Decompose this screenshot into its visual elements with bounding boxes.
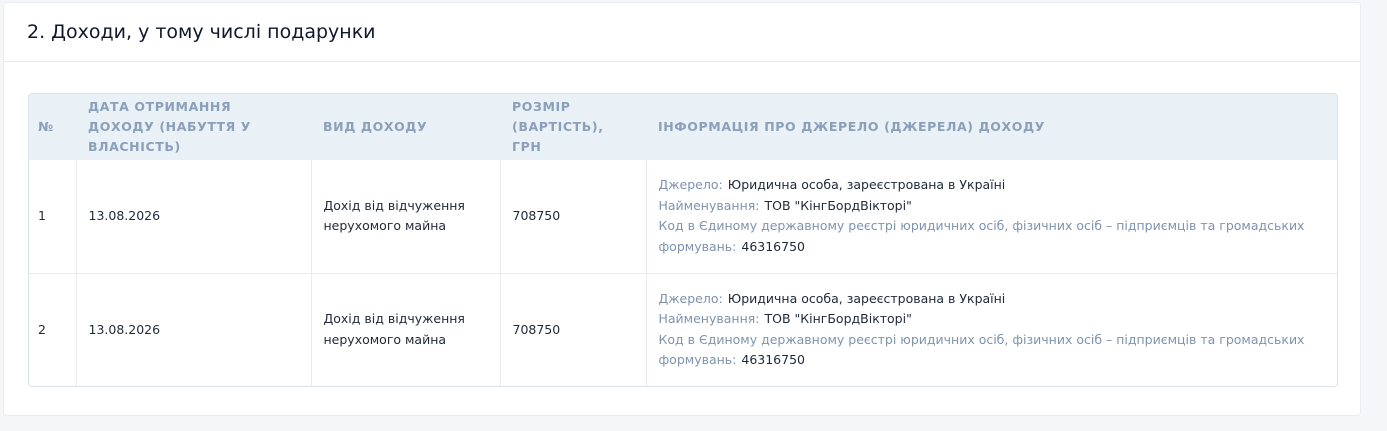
row-date: 13.08.2026 (76, 272, 312, 386)
income-section-card: 2. Доходи, у тому числі подарунки № ДАТА… (3, 2, 1361, 416)
row-amount: 708750 (500, 272, 647, 386)
registry-code-line: Код в Єдиному державному реєстрі юридичн… (659, 216, 1326, 257)
name-line: Найменування: ТОВ "КінгБордВікторі" (659, 196, 1326, 217)
registry-code-line: Код в Єдиному державному реєстрі юридичн… (659, 330, 1326, 371)
row-income-type: Дохід від відчуження нерухомого майна (311, 272, 501, 386)
source-label: Джерело: (658, 177, 723, 193)
name-label: Найменування: (658, 311, 760, 327)
source-value: Юридична особа, зареєстрована в Україні (727, 290, 1006, 306)
table-row: 1 13.08.2026 Дохід від відчуження нерухо… (29, 160, 1337, 273)
name-value: ТОВ "КінгБордВікторі" (764, 197, 912, 213)
registry-code-value: 46316750 (741, 238, 805, 254)
source-line: Джерело: Юридична особа, зареєстрована в … (659, 289, 1326, 310)
name-line: Найменування: ТОВ "КінгБордВікторі" (659, 309, 1326, 330)
row-number: 1 (29, 160, 77, 273)
section-header: 2. Доходи, у тому числі подарунки (4, 3, 1360, 62)
row-source-info: Джерело: Юридична особа, зареєстрована в … (646, 272, 1337, 386)
header-income-type: ВИД ДОХОДУ (311, 94, 500, 160)
row-date: 13.08.2026 (76, 160, 312, 273)
row-amount: 708750 (500, 160, 647, 273)
name-value: ТОВ "КінгБордВікторі" (764, 311, 912, 327)
header-source-info: ІНФОРМАЦІЯ ПРО ДЖЕРЕЛО (ДЖЕРЕЛА) ДОХОДУ (646, 94, 1337, 160)
header-amount: РОЗМІР (ВАРТІСТЬ), ГРН (500, 94, 646, 160)
header-date: ДАТА ОТРИМАННЯ ДОХОДУ (НАБУТТЯ У ВЛАСНІС… (76, 94, 311, 160)
row-source-info: Джерело: Юридична особа, зареєстрована в … (646, 160, 1337, 273)
section-title: 2. Доходи, у тому числі подарунки (27, 21, 376, 43)
income-table-wrapper: № ДАТА ОТРИМАННЯ ДОХОДУ (НАБУТТЯ У ВЛАСН… (28, 93, 1338, 387)
name-label: Найменування: (658, 197, 760, 213)
header-number: № (29, 94, 76, 160)
source-line: Джерело: Юридична особа, зареєстрована в … (659, 175, 1326, 196)
source-value: Юридична особа, зареєстрована в Україні (727, 177, 1006, 193)
table-row: 2 13.08.2026 Дохід від відчуження нерухо… (29, 272, 1337, 386)
table-header-row: № ДАТА ОТРИМАННЯ ДОХОДУ (НАБУТТЯ У ВЛАСН… (29, 94, 1337, 160)
registry-code-value: 46316750 (741, 352, 805, 368)
row-income-type: Дохід від відчуження нерухомого майна (311, 160, 501, 273)
source-label: Джерело: (658, 290, 723, 306)
row-number: 2 (29, 272, 77, 386)
income-table: № ДАТА ОТРИМАННЯ ДОХОДУ (НАБУТТЯ У ВЛАСН… (29, 94, 1337, 386)
